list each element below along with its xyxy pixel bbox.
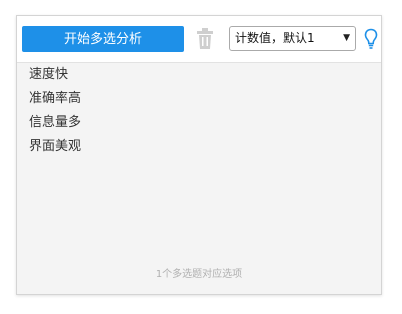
list-item[interactable]: 准确率高 [17,87,381,111]
list-item[interactable]: 信息量多 [17,111,381,135]
count-mode-select-value: 计数值，默认1 [235,31,315,45]
lightbulb-icon[interactable] [364,28,378,50]
dropdown-arrow-icon: ▼ [343,33,350,43]
multi-select-analysis-panel: 开始多选分析 计数值，默认1 ▼ 速度快 准确率高 信息量多 界面美观 1个多选… [16,15,382,295]
list-item[interactable]: 界面美观 [17,135,381,159]
trash-icon[interactable] [197,28,213,49]
start-multi-select-analysis-button[interactable]: 开始多选分析 [22,26,184,52]
count-mode-select[interactable]: 计数值，默认1 ▼ [229,26,356,51]
toolbar: 开始多选分析 计数值，默认1 ▼ [17,16,381,63]
footer-note: 1个多选题对应选项 [155,269,243,280]
option-list: 速度快 准确率高 信息量多 界面美观 [17,63,381,159]
list-item[interactable]: 速度快 [17,63,381,87]
